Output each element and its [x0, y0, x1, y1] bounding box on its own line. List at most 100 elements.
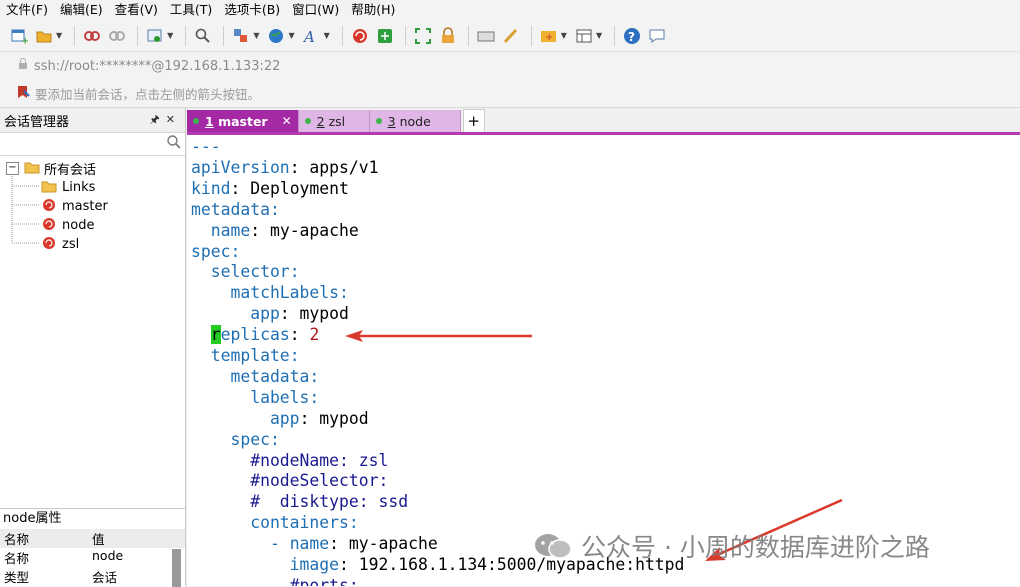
chevron-down-icon[interactable]: ▼ — [56, 31, 62, 40]
layout-icon[interactable] — [573, 25, 595, 47]
chevron-down-icon[interactable]: ▼ — [288, 31, 294, 40]
xshell-session-icon — [41, 217, 57, 235]
properties-icon[interactable] — [144, 25, 166, 47]
watermark-text: 公众号 · 小周的数据库进阶之路 — [581, 533, 930, 562]
reconnect-icon[interactable] — [81, 25, 103, 47]
property-value: node — [92, 548, 124, 563]
address-text[interactable]: ssh://root:********@192.168.1.133:22 — [34, 59, 280, 74]
tree-item-label: master — [62, 199, 108, 214]
connected-icon — [375, 118, 382, 124]
property-key: 类型 — [4, 570, 30, 585]
tab-label: zsl — [328, 113, 346, 129]
toolbar: + ▼ ▼ ▼ ▼ A ▼ + ▼ ▼ ? — [0, 20, 1020, 52]
bookmark-icon[interactable] — [16, 85, 30, 103]
menu-bar: 文件(F) 编辑(E) 查看(V) 工具(T) 选项卡(B) 窗口(W) 帮助(… — [0, 0, 1020, 20]
tree-item-label: node — [62, 218, 95, 233]
property-key: 名称 — [4, 551, 30, 566]
tree-item-label: zsl — [62, 237, 80, 252]
tree-item-label: Links — [62, 180, 96, 195]
address-bar[interactable]: ssh://root:********@192.168.1.133:22 — [0, 52, 1020, 81]
globe-icon[interactable] — [265, 25, 287, 47]
close-icon[interactable]: ✕ — [166, 113, 181, 126]
menu-tools[interactable]: 工具(T) — [164, 0, 218, 20]
session-search[interactable] — [0, 133, 185, 156]
svg-text:+: + — [21, 36, 28, 45]
tree-item-node[interactable]: node — [0, 216, 185, 235]
keyboard-icon[interactable] — [475, 25, 497, 47]
fullscreen-icon[interactable] — [412, 25, 434, 47]
add-compose-icon[interactable]: + — [538, 25, 560, 47]
transfer-icon[interactable] — [230, 25, 252, 47]
tab-number: 1 — [205, 113, 214, 129]
pin-icon[interactable]: 🖈 — [150, 113, 166, 126]
tab-zsl[interactable]: 2 zsl — [298, 110, 370, 132]
terminal-area[interactable]: --- apiVersion: apps/v1 kind: Deployment me… — [187, 135, 1020, 586]
properties-header-value: 值 — [92, 532, 105, 547]
font-icon[interactable]: A — [301, 25, 323, 47]
chevron-down-icon[interactable]: ▼ — [253, 31, 259, 40]
tab-node[interactable]: 3 node — [369, 110, 461, 132]
chevron-down-icon[interactable]: ▼ — [324, 31, 330, 40]
properties-header-row: 名称 值 — [0, 529, 185, 548]
tree-item-master[interactable]: master — [0, 197, 185, 216]
hint-text: 要添加当前会话，点击左侧的箭头按钮。 — [35, 87, 261, 102]
session-tabs: 1 master ✕ 2 zsl 3 node + — [187, 108, 1020, 135]
properties-header-name: 名称 — [4, 532, 30, 547]
svg-text:A: A — [303, 28, 315, 45]
properties-title: node属性 — [3, 511, 62, 526]
chevron-down-icon[interactable]: ▼ — [561, 31, 567, 40]
properties-panel: node属性 名称 值 名称 node 类型 会话 — [0, 508, 185, 587]
pen-icon[interactable] — [500, 25, 522, 47]
connected-icon — [193, 118, 199, 124]
property-value: 会话 — [92, 570, 118, 585]
tree-item-zsl[interactable]: zsl — [0, 235, 185, 254]
tree-item-links[interactable]: Links — [0, 178, 185, 197]
tree-root[interactable]: − 所有会话 — [0, 159, 185, 178]
properties-row: 名称 node — [0, 548, 185, 567]
chevron-down-icon[interactable]: ▼ — [596, 31, 602, 40]
svg-text:?: ? — [628, 30, 635, 44]
menu-help[interactable]: 帮助(H) — [345, 0, 401, 20]
find-icon[interactable] — [192, 25, 214, 47]
menu-file[interactable]: 文件(F) — [0, 0, 54, 20]
session-manager-title: 会话管理器 — [4, 114, 70, 130]
wechat-logo-icon — [533, 531, 573, 561]
properties-row: 类型 会话 — [0, 567, 185, 586]
tab-number: 2 — [316, 113, 325, 129]
annotation-arrows — [345, 330, 843, 561]
xshell-session-icon — [41, 198, 57, 216]
session-hint-bar: 要添加当前会话，点击左侧的箭头按钮。 — [0, 80, 1020, 108]
xshell-icon[interactable] — [349, 25, 371, 47]
tree-root-label: 所有会话 — [44, 163, 97, 178]
session-manager-header: 会话管理器 🖈✕ — [0, 108, 185, 133]
open-folder-icon[interactable] — [33, 25, 55, 47]
help-icon[interactable]: ? — [621, 25, 643, 47]
watermark: 公众号 · 小周的数据库进阶之路 — [533, 528, 930, 564]
add-tab-button[interactable]: + — [462, 109, 485, 132]
folder-icon — [41, 179, 57, 197]
close-icon[interactable]: ✕ — [282, 114, 292, 128]
chat-icon[interactable] — [646, 25, 668, 47]
menu-view[interactable]: 查看(V) — [109, 0, 164, 20]
lock-icon — [18, 58, 28, 74]
disconnect-icon[interactable] — [106, 25, 128, 47]
collapse-icon[interactable]: − — [6, 162, 19, 175]
session-tree: − 所有会话 Links master node zsl — [0, 156, 185, 254]
menu-tabs[interactable]: 选项卡(B) — [218, 0, 286, 20]
search-icon[interactable] — [166, 134, 182, 154]
tab-number: 3 — [387, 113, 396, 129]
connected-icon — [304, 118, 311, 124]
tab-label: node — [399, 113, 431, 129]
new-session-icon[interactable]: + — [8, 25, 30, 47]
session-manager-panel: 会话管理器 🖈✕ − 所有会话 Links master node zsl no… — [0, 108, 186, 587]
svg-text:+: + — [545, 32, 553, 43]
xshell-session-icon — [41, 236, 57, 254]
menu-edit[interactable]: 编辑(E) — [54, 0, 109, 20]
folder-icon — [24, 160, 40, 178]
menu-window[interactable]: 窗口(W) — [286, 0, 345, 20]
properties-scrollbar[interactable] — [172, 549, 181, 587]
xftp-icon[interactable] — [374, 25, 396, 47]
lock-icon[interactable] — [437, 25, 459, 47]
tab-master[interactable]: 1 master ✕ — [187, 110, 299, 132]
chevron-down-icon[interactable]: ▼ — [167, 31, 173, 40]
